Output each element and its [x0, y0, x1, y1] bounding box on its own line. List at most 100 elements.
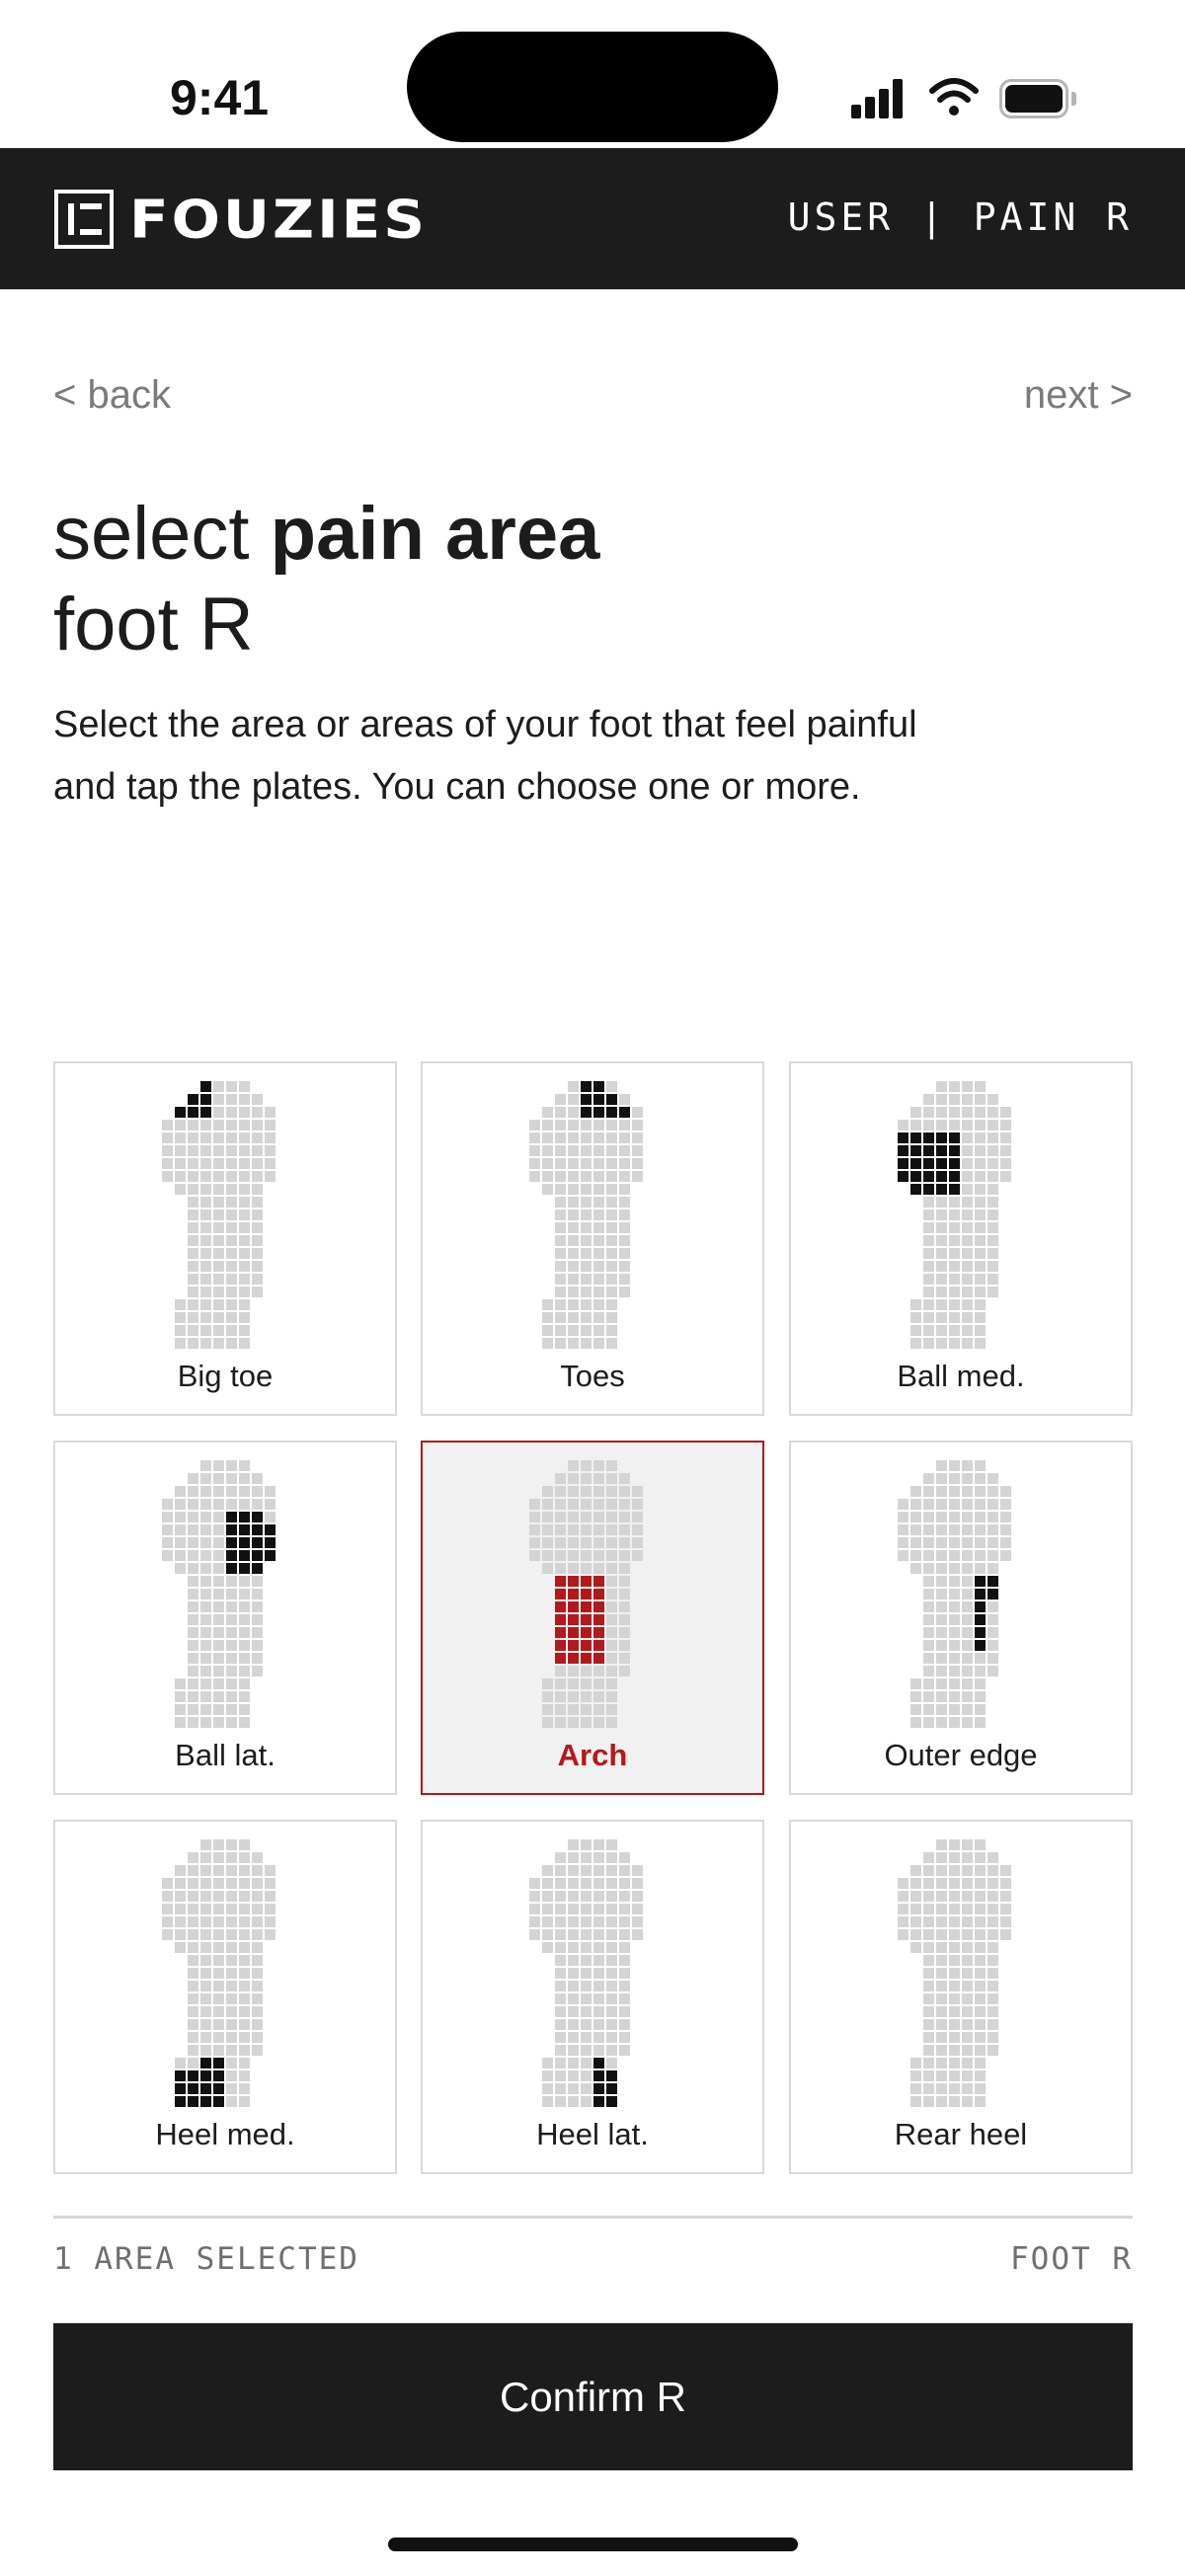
foot-dot — [936, 1653, 947, 1664]
plate-big-toe[interactable]: Big toe — [53, 1061, 397, 1416]
foot-dot — [226, 1222, 237, 1233]
foot-dot — [606, 1942, 617, 1953]
foot-dot-active — [175, 2096, 186, 2107]
foot-dot — [226, 1666, 237, 1677]
plate-toes[interactable]: Toes — [421, 1061, 764, 1416]
foot-dot — [555, 1955, 566, 1966]
foot-dot — [188, 1678, 198, 1689]
plate-arch[interactable]: Arch — [421, 1441, 764, 1795]
foot-dot-active — [568, 1640, 579, 1651]
foot-dot — [188, 1981, 198, 1991]
foot-dot — [898, 1878, 908, 1889]
foot-dot — [949, 1299, 960, 1310]
foot-dot — [606, 1852, 617, 1863]
foot-dot — [606, 1261, 617, 1272]
foot-dot — [949, 1704, 960, 1715]
foot-dot — [581, 1666, 592, 1677]
foot-label: FOOT R — [1010, 2241, 1133, 2277]
foot-dot — [1000, 1878, 1011, 1889]
foot-dot — [239, 1287, 250, 1297]
back-link[interactable]: < back — [53, 373, 171, 418]
plate-heel-med[interactable]: Heel med. — [53, 1820, 397, 2174]
plate-ball-med[interactable]: Ball med. — [789, 1061, 1133, 1416]
foot-dot — [239, 1197, 250, 1208]
foot-dot — [962, 1184, 973, 1195]
plate-outer-edge[interactable]: Outer edge — [789, 1441, 1133, 1795]
foot-dot — [988, 1891, 998, 1902]
foot-dot — [200, 1865, 211, 1876]
foot-dot — [200, 1460, 211, 1471]
foot-dot — [581, 1499, 592, 1510]
foot-dot — [936, 1852, 947, 1863]
foot-dot — [923, 1614, 934, 1625]
foot-dot — [200, 1524, 211, 1535]
foot-dot — [529, 1904, 540, 1914]
foot-map — [162, 1839, 276, 2107]
foot-dot — [962, 1891, 973, 1902]
foot-dot — [593, 1171, 604, 1182]
foot-dot — [619, 1499, 630, 1510]
foot-dot — [213, 1499, 224, 1510]
foot-dot — [619, 1904, 630, 1914]
foot-dot — [568, 1678, 579, 1689]
plate-ball-lat[interactable]: Ball lat. — [53, 1441, 397, 1795]
foot-dot — [239, 1691, 250, 1702]
foot-dot — [188, 1968, 198, 1979]
foot-dot — [593, 1222, 604, 1233]
foot-dot — [581, 1299, 592, 1310]
foot-dot — [188, 1601, 198, 1612]
foot-dot — [606, 1197, 617, 1208]
foot-dot — [923, 1274, 934, 1285]
foot-dot — [898, 1916, 908, 1927]
plate-rear-heel[interactable]: Rear heel — [789, 1820, 1133, 2174]
foot-dot — [581, 2019, 592, 2030]
foot-dot — [936, 1666, 947, 1677]
foot-dot — [936, 2019, 947, 2030]
foot-dot — [239, 1576, 250, 1587]
foot-dot — [200, 1589, 211, 1600]
foot-dot — [213, 1640, 224, 1651]
pain-area-grid: Big toe Toes Ball med. Ball lat. Arch Ou… — [53, 1061, 1133, 2174]
foot-dot-active — [213, 2058, 224, 2069]
foot-dot — [936, 1248, 947, 1259]
foot-dot — [975, 1666, 986, 1677]
foot-dot — [252, 1981, 263, 1991]
foot-dot — [555, 2070, 566, 2081]
foot-dot — [1000, 1865, 1011, 1876]
foot-dot — [555, 1717, 566, 1728]
foot-dot — [619, 1486, 630, 1497]
foot-dot-active — [555, 1576, 566, 1587]
foot-dot — [542, 1865, 553, 1876]
foot-dot — [175, 1704, 186, 1715]
foot-dot — [936, 1222, 947, 1233]
foot-dot — [632, 1916, 643, 1927]
foot-dot-active — [988, 1576, 998, 1587]
foot-dot — [188, 1197, 198, 1208]
next-link[interactable]: next > — [1024, 373, 1133, 418]
foot-dot — [581, 1512, 592, 1522]
foot-dot — [213, 1274, 224, 1285]
foot-dot — [606, 1691, 617, 1702]
foot-dot — [226, 1576, 237, 1587]
plate-heel-lat[interactable]: Heel lat. — [421, 1820, 764, 2174]
foot-dot — [606, 2045, 617, 2056]
foot-dot — [568, 1955, 579, 1966]
foot-dot — [252, 1171, 263, 1182]
foot-dot — [1000, 1891, 1011, 1902]
foot-dot — [606, 1512, 617, 1522]
foot-dot-active — [252, 1524, 263, 1535]
foot-dot — [606, 1325, 617, 1336]
foot-dot — [265, 1878, 276, 1889]
foot-dot — [936, 1299, 947, 1310]
foot-dot — [188, 1653, 198, 1664]
foot-dot — [949, 1852, 960, 1863]
foot-dot — [555, 1878, 566, 1889]
foot-dot — [239, 2083, 250, 2094]
foot-dot — [555, 1222, 566, 1233]
foot-dot — [923, 1666, 934, 1677]
confirm-button[interactable]: Confirm R — [53, 2323, 1133, 2470]
foot-dot — [200, 1512, 211, 1522]
foot-dot — [213, 1473, 224, 1484]
foot-dot — [188, 1261, 198, 1272]
foot-map — [898, 1839, 1011, 2107]
